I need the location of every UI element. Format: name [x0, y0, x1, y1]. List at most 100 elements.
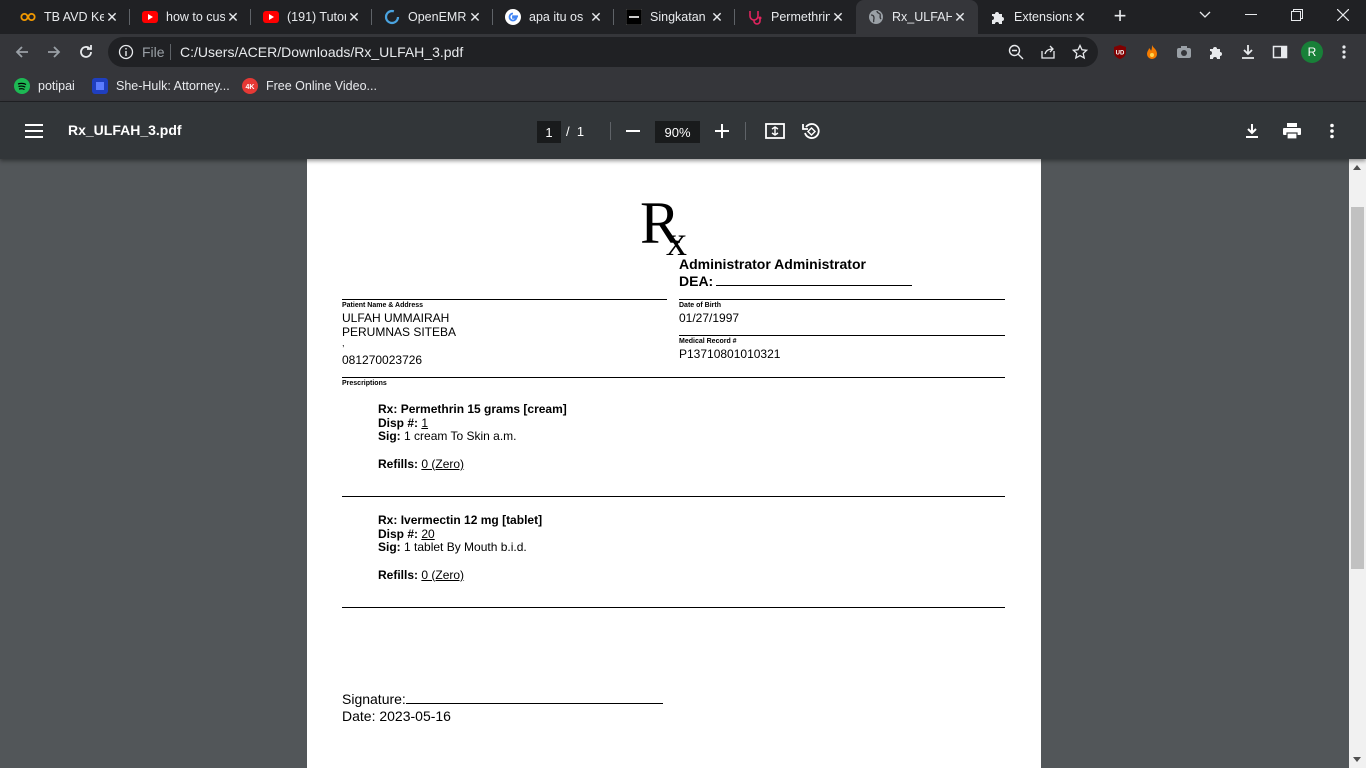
tab-openemr[interactable]: OpenEMR ✕	[372, 0, 493, 34]
close-icon[interactable]: ✕	[225, 9, 241, 25]
restore-icon	[1291, 9, 1303, 21]
close-window-button[interactable]	[1320, 0, 1366, 30]
arrow-left-icon	[15, 46, 28, 58]
star-icon[interactable]	[1072, 44, 1088, 60]
date-value: 2023-05-16	[379, 708, 451, 724]
drug-name: Permethrin 15 grams [cream]	[400, 402, 567, 416]
bookmark-she-hulk[interactable]: She-Hulk: Attorney...	[92, 76, 230, 96]
rotate-button[interactable]	[800, 120, 822, 142]
pdf-download-button[interactable]	[1241, 120, 1263, 142]
close-icon[interactable]: ✕	[467, 9, 483, 25]
menu-icon[interactable]	[23, 120, 45, 142]
tab-rx-ulfah[interactable]: Rx_ULFAH_ ✕	[856, 0, 978, 34]
download-icon[interactable]	[1238, 42, 1258, 62]
share-icon[interactable]	[1040, 44, 1056, 60]
minus-icon	[626, 130, 640, 132]
side-panel-icon[interactable]	[1270, 42, 1290, 62]
mrn-label: Medical Record #	[679, 338, 737, 345]
tab-strip: TB AVD Ke ✕ how to cus ✕ (191) Tutor ✕ O…	[0, 0, 1366, 34]
tab-title: Rx_ULFAH_	[892, 10, 952, 24]
zoom-level-input[interactable]: 90%	[655, 121, 700, 143]
forward-button[interactable]	[40, 38, 68, 66]
dea-label: DEA:	[679, 273, 714, 289]
restore-button[interactable]	[1274, 0, 1320, 30]
download-icon	[1246, 124, 1258, 138]
page-number-input[interactable]: 1	[537, 121, 561, 143]
chevron-down-icon	[1199, 11, 1211, 18]
tab-tb-avd[interactable]: TB AVD Ke ✕	[8, 0, 130, 34]
tab-tutor[interactable]: (191) Tutor ✕	[251, 0, 372, 34]
tab-title: OpenEMR	[408, 10, 467, 24]
zoom-out-icon[interactable]	[1008, 44, 1024, 60]
infinity-icon	[20, 9, 36, 25]
close-icon[interactable]: ✕	[952, 9, 968, 25]
scroll-up-arrow-icon[interactable]	[1353, 165, 1361, 170]
zoom-out-button[interactable]	[622, 120, 644, 142]
profile-avatar[interactable]: R	[1301, 41, 1323, 63]
toolbar-separator	[745, 122, 746, 140]
bookmark-label: potipai	[38, 79, 75, 93]
scrollbar-thumb[interactable]	[1351, 207, 1364, 569]
youtube-icon	[142, 9, 158, 25]
scroll-down-arrow-icon[interactable]	[1353, 757, 1361, 762]
tab-search-button[interactable]	[1182, 0, 1228, 30]
stethoscope-icon	[747, 9, 763, 25]
reload-button[interactable]	[72, 38, 100, 66]
close-icon[interactable]: ✕	[588, 9, 604, 25]
bookmark-potipai[interactable]: potipai	[14, 76, 75, 96]
prescription-item: Rx: Ivermectin 12 mg [tablet] Disp #: 20…	[378, 513, 542, 583]
camera-icon[interactable]	[1174, 42, 1194, 62]
pdf-viewer[interactable]: R x Administrator Administrator DEA: Pat…	[0, 159, 1366, 768]
close-icon[interactable]: ✕	[1072, 9, 1088, 25]
refills-value: 0 (Zero)	[421, 567, 465, 582]
tab-how-to[interactable]: how to cus ✕	[130, 0, 251, 34]
ublock-icon[interactable]: UD	[1110, 42, 1130, 62]
date-row: Date: 2023-05-16	[342, 708, 451, 725]
svg-text:4K: 4K	[246, 84, 255, 91]
rx-symbol-icon: R x	[640, 190, 687, 255]
patient-address-line2: ,	[342, 338, 345, 348]
globe-icon	[868, 9, 884, 25]
tab-apa-itu[interactable]: apa itu os ✕	[493, 0, 614, 34]
divider	[342, 299, 667, 300]
address-bar[interactable]: File C:/Users/ACER/Downloads/Rx_ULFAH_3.…	[108, 37, 1098, 67]
rx-label: Rx:	[378, 402, 398, 416]
close-icon[interactable]: ✕	[709, 9, 725, 25]
sig-value: 1 tablet By Mouth b.i.d.	[404, 540, 527, 555]
url-scheme: File	[142, 44, 165, 60]
pdf-file-name: Rx_ULFAH_3.pdf	[68, 122, 182, 138]
more-actions-button[interactable]	[1321, 120, 1343, 142]
tab-title: Extensions	[1014, 10, 1072, 24]
close-icon[interactable]: ✕	[830, 9, 846, 25]
extensions-puzzle-icon[interactable]	[1206, 42, 1226, 62]
patient-phone: 081270023726	[342, 353, 423, 367]
divider	[342, 496, 1005, 497]
url-text[interactable]: C:/Users/ACER/Downloads/Rx_ULFAH_3.pdf	[180, 44, 463, 60]
close-icon[interactable]: ✕	[346, 9, 362, 25]
minimize-button[interactable]	[1228, 0, 1274, 30]
vertical-scrollbar[interactable]	[1349, 159, 1366, 768]
tab-title: apa itu os	[529, 10, 584, 24]
sig-label: Sig:	[378, 540, 401, 555]
dea-row: DEA:	[679, 273, 913, 290]
tab-permethrin[interactable]: Permethrin ✕	[735, 0, 856, 34]
fit-to-page-button[interactable]	[764, 120, 786, 142]
back-button[interactable]	[8, 38, 36, 66]
zoom-in-button[interactable]	[711, 120, 733, 142]
openemr-icon	[384, 9, 400, 25]
new-tab-button[interactable]: +	[1108, 5, 1132, 29]
tab-title: Permethrin	[771, 10, 830, 24]
printer-icon	[1283, 123, 1301, 139]
kebab-menu-icon	[1330, 123, 1334, 139]
tab-singkatan[interactable]: Singkatan ✕	[614, 0, 735, 34]
fire-extension-icon[interactable]	[1142, 42, 1162, 62]
tab-extensions[interactable]: Extensions ✕	[978, 0, 1098, 34]
dea-blank-line	[716, 274, 913, 286]
puzzle-icon	[990, 9, 1006, 25]
4k-icon: 4K	[242, 78, 258, 94]
bookmark-free-online-video[interactable]: 4K Free Online Video...	[242, 76, 377, 96]
close-icon[interactable]: ✕	[104, 9, 120, 25]
info-icon[interactable]	[118, 44, 134, 65]
print-button[interactable]	[1281, 120, 1303, 142]
kebab-menu-icon[interactable]	[1334, 42, 1354, 62]
